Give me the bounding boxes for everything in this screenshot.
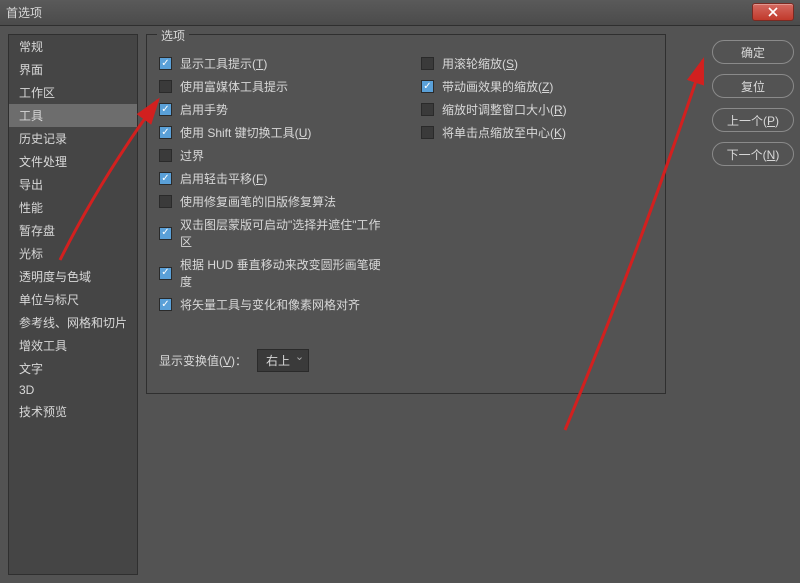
option-row[interactable]: 将单击点缩放至中心(K)	[421, 124, 653, 141]
option-row[interactable]: 用滚轮缩放(S)	[421, 55, 653, 72]
options-column-right: 用滚轮缩放(S) 带动画效果的缩放(Z) 缩放时调整窗口大小(R) 将单击点缩放至中心…	[421, 49, 653, 319]
checkbox[interactable]	[159, 126, 172, 139]
option-label: 用滚轮缩放(S)	[442, 55, 518, 72]
sidebar-item[interactable]: 光标	[9, 242, 137, 265]
sidebar-item[interactable]: 增效工具	[9, 334, 137, 357]
options-column-left: 显示工具提示(T) 使用富媒体工具提示启用手势使用 Shift 键切换工具(U) 过…	[159, 49, 391, 319]
sidebar-item[interactable]: 暂存盘	[9, 219, 137, 242]
option-row[interactable]: 使用 Shift 键切换工具(U)	[159, 124, 391, 141]
sidebar-item[interactable]: 导出	[9, 173, 137, 196]
prev-button[interactable]: 上一个(P)	[712, 108, 794, 132]
sidebar-item[interactable]: 界面	[9, 58, 137, 81]
option-row[interactable]: 显示工具提示(T)	[159, 55, 391, 72]
sidebar: 常规界面工作区工具历史记录文件处理导出性能暂存盘光标透明度与色域单位与标尺参考线…	[8, 34, 138, 575]
sidebar-item[interactable]: 3D	[9, 380, 137, 400]
groupbox-label: 选项	[157, 27, 189, 44]
dialog-buttons: 确定 复位 上一个(P) 下一个(N)	[712, 40, 794, 166]
sidebar-item[interactable]: 参考线、网格和切片	[9, 311, 137, 334]
option-row[interactable]: 缩放时调整窗口大小(R)	[421, 101, 653, 118]
option-label: 使用 Shift 键切换工具(U)	[180, 124, 311, 141]
checkbox[interactable]	[421, 57, 434, 70]
ok-button[interactable]: 确定	[712, 40, 794, 64]
transform-values-row: 显示变换值(V)： 右上	[159, 349, 653, 372]
transform-values-label: 显示变换值(V)：	[159, 352, 247, 369]
checkbox[interactable]	[159, 80, 172, 93]
sidebar-item[interactable]: 常规	[9, 35, 137, 58]
checkbox[interactable]	[421, 80, 434, 93]
option-label: 双击图层蒙版可启动"选择并遮住"工作区	[180, 216, 391, 250]
checkbox[interactable]	[159, 149, 172, 162]
checkbox[interactable]	[159, 298, 172, 311]
checkbox[interactable]	[159, 195, 172, 208]
sidebar-item[interactable]: 单位与标尺	[9, 288, 137, 311]
option-row[interactable]: 启用手势	[159, 101, 391, 118]
sidebar-item[interactable]: 工具	[9, 104, 137, 127]
option-label: 显示工具提示(T)	[180, 55, 267, 72]
option-label: 启用手势	[180, 101, 228, 118]
checkbox[interactable]	[159, 57, 172, 70]
option-label: 根据 HUD 垂直移动来改变圆形画笔硬度	[180, 256, 391, 290]
option-label: 过界	[180, 147, 204, 164]
option-label: 将单击点缩放至中心(K)	[442, 124, 566, 141]
option-row[interactable]: 带动画效果的缩放(Z)	[421, 78, 653, 95]
content-area: 常规界面工作区工具历史记录文件处理导出性能暂存盘光标透明度与色域单位与标尺参考线…	[0, 26, 800, 583]
sidebar-item[interactable]: 工作区	[9, 81, 137, 104]
sidebar-item[interactable]: 文件处理	[9, 150, 137, 173]
checkbox[interactable]	[159, 103, 172, 116]
next-button[interactable]: 下一个(N)	[712, 142, 794, 166]
checkbox[interactable]	[159, 267, 172, 280]
option-label: 使用富媒体工具提示	[180, 78, 288, 95]
option-row[interactable]: 过界	[159, 147, 391, 164]
option-row[interactable]: 根据 HUD 垂直移动来改变圆形画笔硬度	[159, 256, 391, 290]
option-row[interactable]: 将矢量工具与变化和像素网格对齐	[159, 296, 391, 313]
close-button[interactable]	[752, 3, 794, 21]
option-label: 将矢量工具与变化和像素网格对齐	[180, 296, 360, 313]
window-title: 首选项	[6, 4, 42, 21]
close-icon	[768, 7, 778, 17]
transform-values-dropdown[interactable]: 右上	[257, 349, 309, 372]
reset-button[interactable]: 复位	[712, 74, 794, 98]
sidebar-item[interactable]: 透明度与色域	[9, 265, 137, 288]
checkbox[interactable]	[421, 103, 434, 116]
option-row[interactable]: 使用修复画笔的旧版修复算法	[159, 193, 391, 210]
main-panel: 选项 显示工具提示(T)使用富媒体工具提示启用手势使用 Shift 键切换工具(…	[146, 34, 792, 575]
checkbox[interactable]	[421, 126, 434, 139]
sidebar-item[interactable]: 性能	[9, 196, 137, 219]
option-label: 使用修复画笔的旧版修复算法	[180, 193, 336, 210]
titlebar: 首选项	[0, 0, 800, 26]
option-label: 缩放时调整窗口大小(R)	[442, 101, 567, 118]
option-row[interactable]: 启用轻击平移(F)	[159, 170, 391, 187]
option-label: 带动画效果的缩放(Z)	[442, 78, 553, 95]
sidebar-item[interactable]: 文字	[9, 357, 137, 380]
option-label: 启用轻击平移(F)	[180, 170, 267, 187]
checkbox[interactable]	[159, 172, 172, 185]
sidebar-item[interactable]: 技术预览	[9, 400, 137, 423]
sidebar-item[interactable]: 历史记录	[9, 127, 137, 150]
options-group: 选项 显示工具提示(T)使用富媒体工具提示启用手势使用 Shift 键切换工具(…	[146, 34, 666, 394]
checkbox[interactable]	[159, 227, 172, 240]
option-row[interactable]: 双击图层蒙版可启动"选择并遮住"工作区	[159, 216, 391, 250]
option-row[interactable]: 使用富媒体工具提示	[159, 78, 391, 95]
